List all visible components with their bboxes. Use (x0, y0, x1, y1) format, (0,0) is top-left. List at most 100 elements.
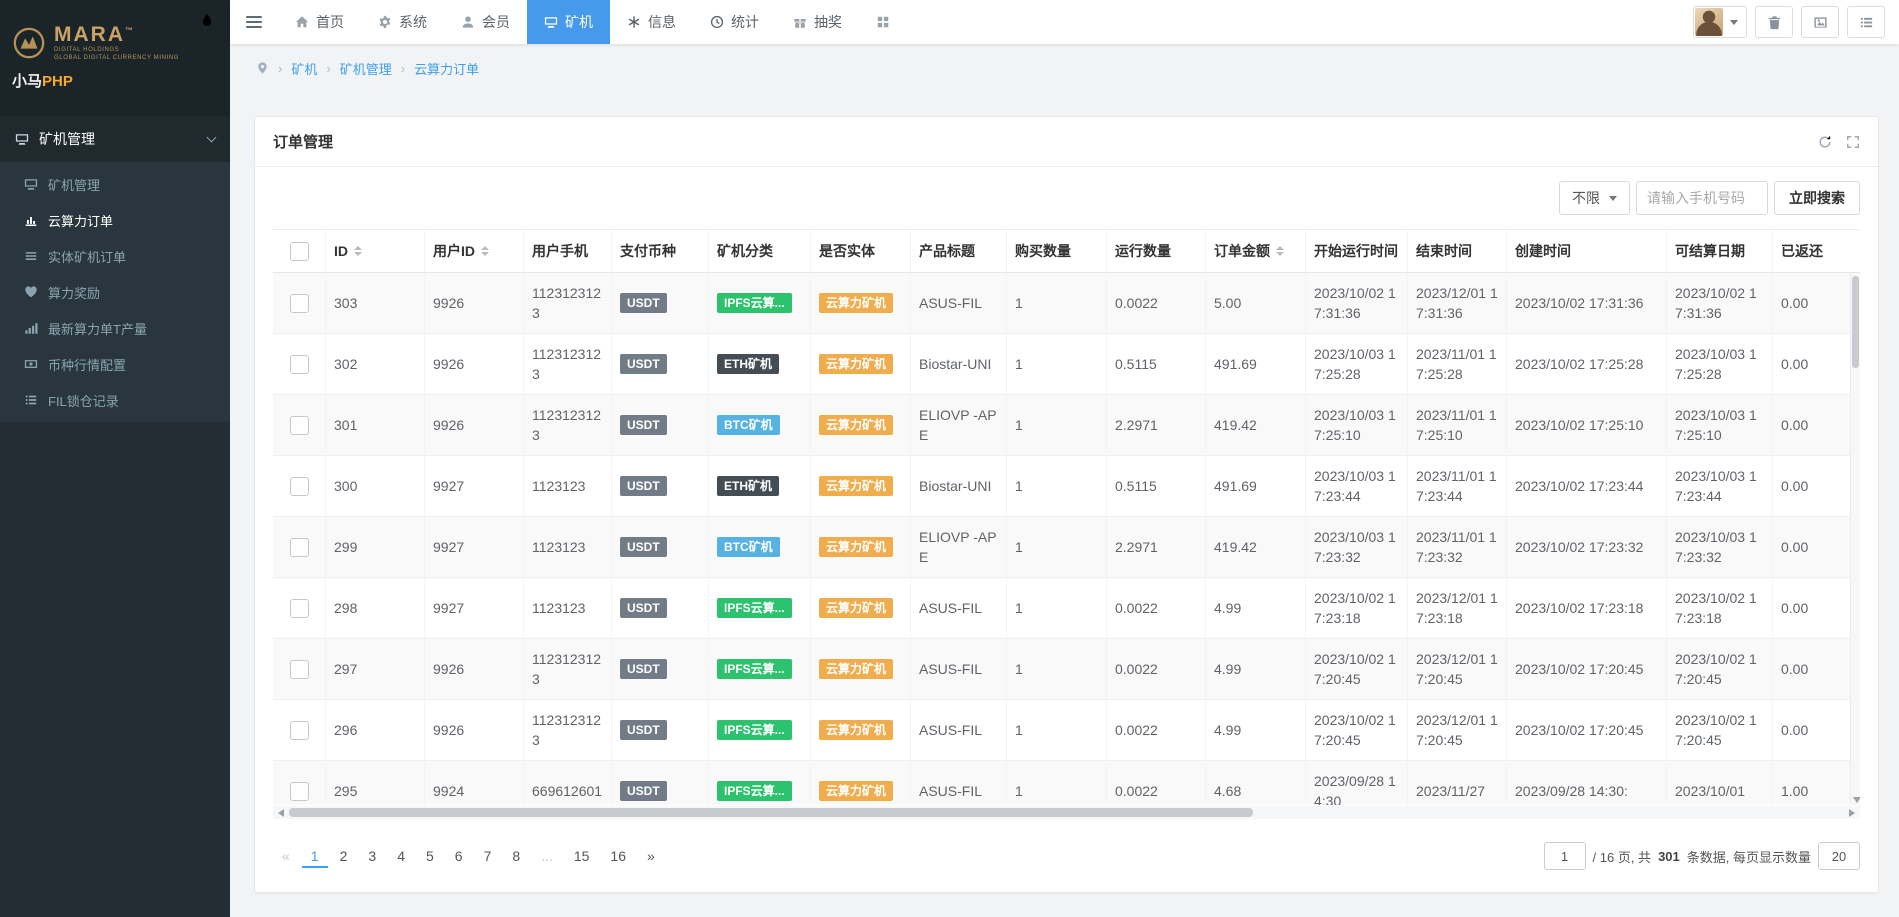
column-header[interactable]: 用户手机 (524, 229, 612, 273)
cell-entity: 云算力矿机 (811, 334, 911, 395)
column-header[interactable]: 创建时间 (1507, 229, 1667, 273)
user-avatar-dropdown[interactable] (1693, 6, 1747, 38)
row-checkbox[interactable] (290, 294, 309, 313)
cell-user-id: 9924 (425, 761, 524, 805)
topnav-item[interactable]: 会员 (444, 0, 527, 44)
image-button[interactable] (1801, 6, 1839, 38)
topnav-item[interactable]: 矿机 (527, 0, 610, 44)
column-header[interactable]: 产品标题 (911, 229, 1007, 273)
page-link[interactable]: 8 (503, 844, 529, 868)
sidebar-item-icon (24, 249, 38, 263)
row-checkbox[interactable] (290, 782, 309, 801)
sort-icon[interactable] (354, 246, 362, 256)
page-link[interactable]: » (638, 844, 664, 868)
sidebar-item-icon (24, 357, 38, 371)
column-header[interactable]: 已返还 (1773, 229, 1860, 273)
column-header[interactable]: 支付币种 (612, 229, 709, 273)
entity-badge: 云算力矿机 (819, 720, 893, 740)
page-link[interactable]: 16 (601, 844, 635, 868)
fullscreen-icon[interactable] (1846, 135, 1860, 149)
topnav-item[interactable]: 统计 (693, 0, 776, 44)
location-pin-icon (256, 61, 269, 75)
cell-phone: 669612601 (524, 761, 612, 805)
sidebar-item[interactable]: FIL锁仓记录 (0, 382, 230, 418)
droplet-icon[interactable] (200, 12, 214, 28)
sidebar-item[interactable]: 实体矿机订单 (0, 238, 230, 274)
scroll-right-arrow-icon[interactable] (1844, 806, 1860, 819)
horizontal-scrollbar[interactable] (273, 806, 1860, 819)
column-header[interactable]: 结束时间 (1408, 229, 1507, 273)
page-link[interactable]: 4 (388, 844, 414, 868)
row-checkbox[interactable] (290, 538, 309, 557)
topnav-item[interactable]: 系统 (361, 0, 444, 44)
page-link[interactable]: ... (532, 844, 562, 868)
breadcrumb-item[interactable]: 矿机管理 (340, 59, 392, 78)
row-checkbox[interactable] (290, 599, 309, 618)
page-link[interactable]: « (273, 844, 299, 868)
refresh-icon[interactable] (1818, 135, 1832, 149)
row-checkbox[interactable] (290, 416, 309, 435)
phone-search-input[interactable] (1636, 181, 1768, 215)
filter-type-dropdown[interactable]: 不限 (1559, 181, 1630, 215)
page-link[interactable]: 3 (359, 844, 385, 868)
scroll-left-arrow-icon[interactable] (273, 806, 289, 819)
category-badge: IPFS云算... (717, 781, 792, 801)
page-link[interactable]: 5 (417, 844, 443, 868)
cell-amount: 4.99 (1206, 639, 1306, 700)
coin-badge: USDT (620, 537, 667, 557)
search-toolbar: 不限 立即搜索 (255, 167, 1878, 229)
cell-amount: 419.42 (1206, 395, 1306, 456)
breadcrumb-item-current[interactable]: 云算力订单 (414, 59, 479, 78)
page-link[interactable]: 2 (331, 844, 357, 868)
column-header[interactable]: 购买数量 (1007, 229, 1107, 273)
list-button[interactable] (1847, 6, 1885, 38)
row-checkbox[interactable] (290, 660, 309, 679)
topnav-item[interactable]: 抽奖 (776, 0, 859, 44)
column-header[interactable]: 运行数量 (1107, 229, 1206, 273)
column-header[interactable]: 可结算日期 (1667, 229, 1773, 273)
row-checkbox[interactable] (290, 721, 309, 740)
sidebar-item[interactable]: 币种行情配置 (0, 346, 230, 382)
scroll-down-arrow-icon[interactable] (1853, 797, 1860, 803)
page-link[interactable]: 15 (565, 844, 599, 868)
sidebar-item[interactable]: 云算力订单 (0, 202, 230, 238)
row-checkbox[interactable] (290, 477, 309, 496)
cell-settle-date: 2023/10/02 17:31:36 (1667, 273, 1773, 334)
horizontal-scrollbar-thumb[interactable] (289, 808, 1253, 817)
column-header[interactable]: ID (326, 229, 425, 273)
column-header[interactable]: 开始运行时间 (1306, 229, 1408, 273)
sidebar-group-miner-management[interactable]: 矿机管理 (0, 116, 230, 162)
page-link[interactable]: 1 (302, 844, 328, 868)
vertical-scrollbar[interactable] (1850, 274, 1860, 805)
table-row: 296 9926 1123123123 USDT IPFS云算... 云算力矿机… (273, 700, 1860, 761)
cell-coin: USDT (612, 761, 709, 805)
cell-id: 302 (326, 334, 425, 395)
cell-returned: 0.00 (1773, 517, 1860, 578)
topnav-item[interactable]: 首页 (278, 0, 361, 44)
column-header[interactable]: 订单金额 (1206, 229, 1306, 273)
mara-logo: MARA™ DIGITAL HOLDINGS GLOBAL DIGITAL CU… (12, 24, 218, 61)
select-all-checkbox[interactable] (290, 242, 309, 261)
search-button[interactable]: 立即搜索 (1774, 181, 1860, 215)
page-link[interactable]: 6 (446, 844, 472, 868)
topnav-item[interactable] (859, 0, 907, 44)
trash-button[interactable] (1755, 6, 1793, 38)
cell-id: 303 (326, 273, 425, 334)
vertical-scrollbar-thumb[interactable] (1852, 276, 1859, 368)
cell-user-id: 9926 (425, 700, 524, 761)
page-size-input[interactable] (1818, 842, 1860, 870)
topnav-item[interactable]: 信息 (610, 0, 693, 44)
sidebar-item[interactable]: 最新算力单T产量 (0, 310, 230, 346)
sort-icon[interactable] (1276, 246, 1284, 256)
row-checkbox[interactable] (290, 355, 309, 374)
sort-icon[interactable] (481, 246, 489, 256)
page-link[interactable]: 7 (475, 844, 501, 868)
breadcrumb-item[interactable]: 矿机 (291, 59, 317, 78)
column-header[interactable]: 矿机分类 (709, 229, 811, 273)
sidebar-toggle-button[interactable] (230, 0, 278, 44)
column-header[interactable]: 是否实体 (811, 229, 911, 273)
sidebar-item[interactable]: 算力奖励 (0, 274, 230, 310)
column-header[interactable]: 用户ID (425, 229, 524, 273)
sidebar-item[interactable]: 矿机管理 (0, 166, 230, 202)
page-jump-input[interactable] (1544, 842, 1586, 870)
